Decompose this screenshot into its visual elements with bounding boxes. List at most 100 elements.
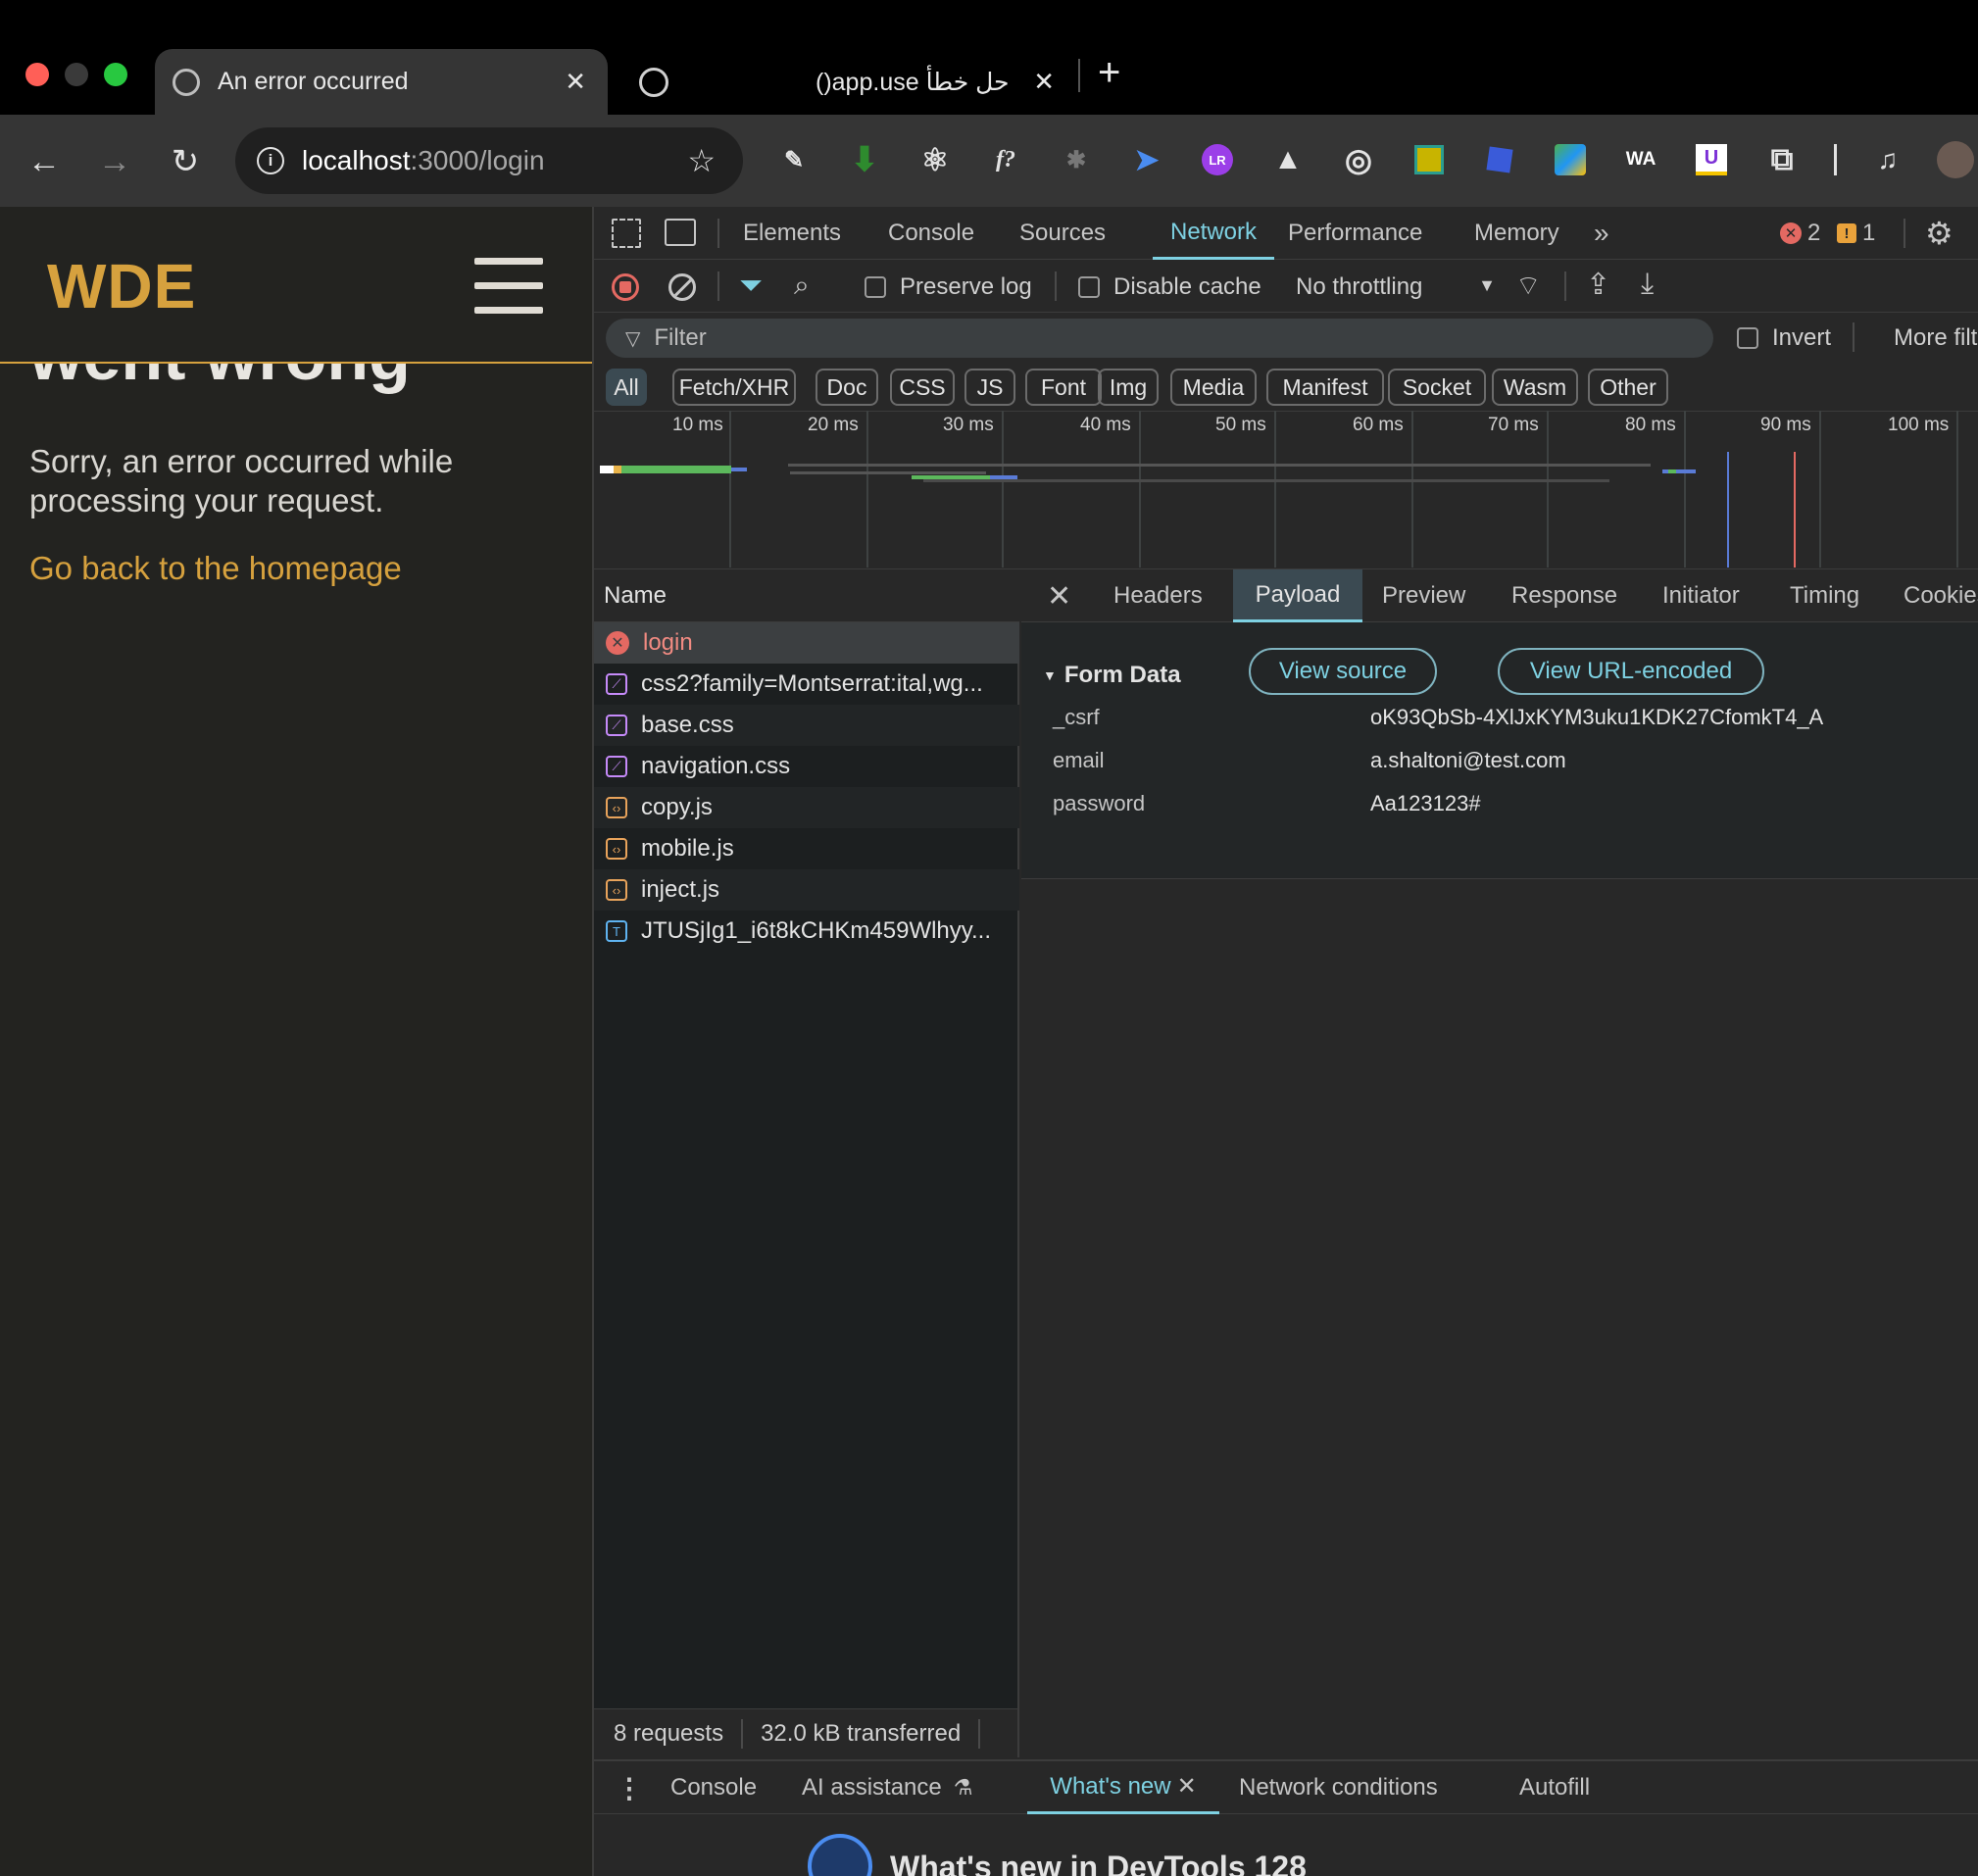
tab-timing[interactable]: Timing [1790,569,1859,622]
form-field-value[interactable]: a.shaltoni@test.com [1370,748,1566,773]
puzzle-icon[interactable]: ⧉ [1763,141,1801,178]
chip-fetch-xhr[interactable]: Fetch/XHR [672,369,796,406]
network-conditions-icon[interactable]: ⌔ [1515,270,1541,304]
request-row[interactable]: ⟋ navigation.css [594,746,1019,787]
site-info-icon[interactable]: i [257,147,284,174]
chip-img[interactable]: Img [1098,369,1159,406]
form-data-toggle[interactable]: ▼ Form Data [1043,662,1181,689]
chip-all[interactable]: All [606,369,647,406]
mountain-icon[interactable]: ▲ [1269,141,1307,178]
map-icon[interactable] [1552,141,1589,178]
settings-gear-icon[interactable]: ⚙ [1925,207,1953,260]
throttling-select[interactable]: No throttling ▼ [1296,273,1502,301]
tab-close-icon[interactable]: ✕ [1033,67,1055,97]
request-row[interactable]: T JTUSjIg1_i6t8kCHKm459Wlhyy... [594,911,1019,952]
preserve-log-checkbox[interactable]: Preserve log [865,273,1032,301]
tab-inactive[interactable]: حل خطأ app.use() ✕ [627,49,1078,115]
filter-funnel-icon[interactable]: ⏷ [739,270,763,303]
tab-network[interactable]: Network [1153,207,1274,260]
tab-response[interactable]: Response [1511,569,1617,622]
drawer-tab-ai-assistance[interactable]: AI assistance ⚗ [802,1761,972,1814]
new-tab-button[interactable]: + [1098,51,1120,95]
tab-initiator[interactable]: Initiator [1662,569,1740,622]
fx-icon[interactable]: f? [987,141,1024,178]
filter-input[interactable]: ▽ Filter [606,319,1713,358]
drawer-tab-autofill[interactable]: Autofill [1519,1761,1590,1814]
chip-wasm[interactable]: Wasm [1492,369,1578,406]
close-detail-icon[interactable]: ✕ [1047,569,1071,622]
export-har-icon[interactable]: ⤓ [1641,268,1654,301]
tab-payload[interactable]: Payload [1233,569,1362,622]
reload-icon[interactable]: ↻ [161,137,210,186]
inspect-element-icon[interactable] [612,219,641,248]
wa-icon[interactable]: WA [1622,141,1659,178]
tab-close-icon[interactable]: ✕ [565,67,586,97]
download-arrow-icon[interactable]: ⬇ [846,141,883,178]
chip-media[interactable]: Media [1170,369,1257,406]
eyedropper-icon[interactable]: ✎ [775,141,813,178]
tab-active[interactable]: An error occurred ✕ [155,49,608,115]
chip-socket[interactable]: Socket [1388,369,1486,406]
cursor-icon[interactable]: ➤ [1128,141,1165,178]
record-stop-icon[interactable] [612,273,639,301]
search-icon[interactable]: ⌕ [794,270,810,302]
more-tabs-chevron-icon[interactable]: » [1594,207,1609,260]
form-field-value[interactable]: oK93QbSb-4XlJxKYM3uku1KDK27CfomkT4_A [1370,705,1823,730]
request-row[interactable]: ‹› inject.js [594,869,1019,911]
bookmark-star-icon[interactable]: ☆ [687,142,716,179]
clear-icon[interactable] [668,273,696,301]
tab-sources[interactable]: Sources [1019,207,1106,260]
error-count-badge[interactable]: ✕ 2 [1780,207,1820,260]
request-row[interactable]: ⟋ css2?family=Montserrat:ital,wg... [594,664,1019,705]
drawer-menu-icon[interactable]: ⋮ [616,1761,643,1814]
close-tab-icon[interactable]: ✕ [1177,1772,1197,1801]
react-icon[interactable]: ⚛ [916,141,954,178]
hamburger-menu-icon[interactable] [474,256,543,315]
forward-icon[interactable]: → [90,137,139,186]
tab-cookies[interactable]: Cookies [1904,569,1978,622]
close-window-button[interactable] [25,63,49,86]
site-logo[interactable]: WDE [47,250,196,322]
tab-headers[interactable]: Headers [1113,569,1203,622]
drawer-tab-whats-new[interactable]: What's new ✕ [1027,1761,1219,1814]
warning-count-badge[interactable]: ! 1 [1837,207,1875,260]
chip-other[interactable]: Other [1588,369,1668,406]
device-toolbar-icon[interactable] [665,219,696,246]
invert-checkbox[interactable]: Invert [1737,324,1831,352]
target-icon[interactable]: ◎ [1340,141,1377,178]
tab-elements[interactable]: Elements [743,207,841,260]
chip-manifest[interactable]: Manifest [1266,369,1384,406]
view-url-encoded-button[interactable]: View URL-encoded [1498,648,1764,695]
lr-icon[interactable]: LR [1199,141,1236,178]
tab-console[interactable]: Console [888,207,974,260]
playlist-icon[interactable]: ♫ [1869,141,1906,178]
u-icon[interactable]: U [1693,141,1730,178]
chip-js[interactable]: JS [964,369,1015,406]
address-bar[interactable]: i localhost:3000/login ☆ [235,127,743,194]
name-column-header[interactable]: Name [594,569,1019,622]
request-row[interactable]: ‹› copy.js [594,787,1019,828]
chip-doc[interactable]: Doc [816,369,878,406]
import-har-icon[interactable]: ⇪ [1586,268,1610,302]
bug-icon[interactable]: ✱ [1058,141,1095,178]
blocks-icon[interactable] [1481,141,1518,178]
chip-css[interactable]: CSS [890,369,955,406]
request-row[interactable]: ‹› mobile.js [594,828,1019,869]
homepage-link[interactable]: Go back to the homepage [29,550,402,587]
drawer-tab-console[interactable]: Console [670,1761,757,1814]
minimize-window-button[interactable] [65,63,88,86]
drawer-tab-network-conditions[interactable]: Network conditions [1239,1761,1438,1814]
back-icon[interactable]: ← [20,137,69,186]
request-row[interactable]: ✕ login [594,622,1019,664]
more-filters-dropdown[interactable]: More filters [1894,324,1978,352]
disable-cache-checkbox[interactable]: Disable cache [1078,273,1261,301]
maximize-window-button[interactable] [104,63,127,86]
chip-icon[interactable] [1410,141,1448,178]
chip-font[interactable]: Font [1025,369,1102,406]
tab-preview[interactable]: Preview [1382,569,1465,622]
request-row[interactable]: ⟋ base.css [594,705,1019,746]
profile-avatar[interactable] [1937,141,1974,178]
form-field-value[interactable]: Aa123123# [1370,791,1481,816]
tab-memory[interactable]: Memory [1474,207,1559,260]
tab-performance[interactable]: Performance [1288,207,1422,260]
